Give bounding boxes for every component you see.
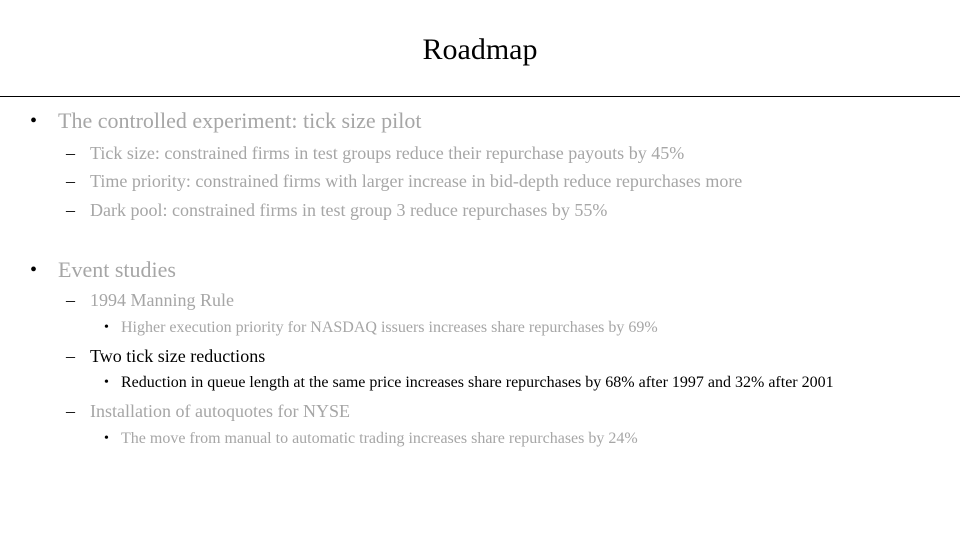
item-label: Dark pool: constrained firms in test gro… [90,200,608,220]
item-label: Installation of autoquotes for NYSE [90,401,350,421]
detail-label: Reduction in queue length at the same pr… [121,374,834,391]
item-label: 1994 Manning Rule [90,290,234,310]
dash-icon: – [66,290,75,310]
title-divider [0,96,960,97]
dash-icon: – [66,200,75,220]
item-label: Two tick size reductions [90,346,266,366]
dash-icon: – [66,143,75,163]
dash-icon: – [66,401,75,421]
slide-title: Roadmap [422,33,538,66]
item-label: Tick size: constrained firms in test gro… [90,143,685,163]
dash-icon: – [66,171,75,191]
detail-label: The move from manual to automatic tradin… [121,430,638,447]
bullet-icon: • [104,431,109,446]
dash-icon: – [66,346,75,366]
bullet-icon: • [30,110,38,132]
detail-label: Higher execution priority for NASDAQ iss… [121,319,658,336]
bullet-icon: • [30,259,38,281]
bullet-icon: • [104,320,109,335]
section-label: Event studies [58,257,176,282]
section-label: The controlled experiment: tick size pil… [58,108,422,133]
bullet-icon: • [104,375,109,390]
item-label: Time priority: constrained firms with la… [90,171,743,191]
